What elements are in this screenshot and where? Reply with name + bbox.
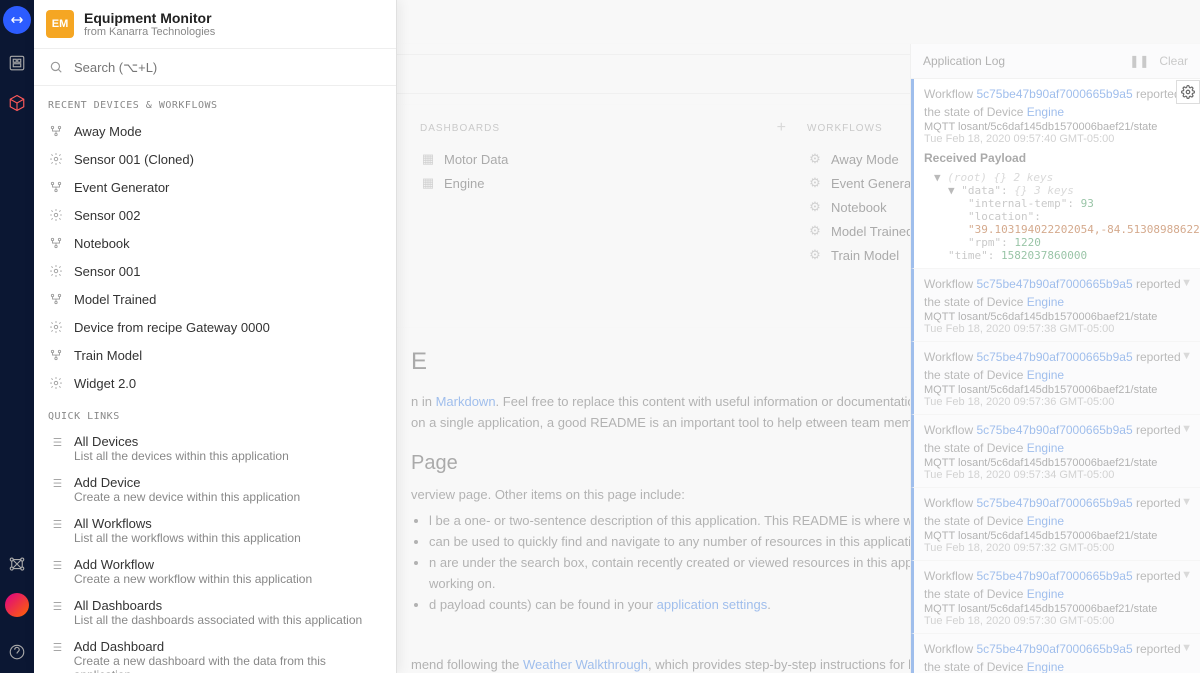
app-overview-icon[interactable] [6, 52, 28, 74]
pause-icon[interactable]: ❚❚ [1129, 54, 1149, 68]
clear-button[interactable]: Clear [1159, 54, 1188, 68]
gear-icon [48, 151, 64, 167]
dashboard-item[interactable]: ▦Motor Data [420, 147, 787, 171]
add-dashboard-icon[interactable]: + [777, 119, 787, 137]
search-icon [48, 59, 64, 75]
help-icon[interactable] [6, 641, 28, 663]
quick-link-item[interactable]: All DevicesList all the devices within t… [34, 428, 396, 469]
workflow-icon [48, 235, 64, 251]
settings-gear-icon[interactable] [1176, 80, 1200, 104]
workflow-icon [48, 179, 64, 195]
log-entry[interactable]: ▼Workflow 5c75be47b90af7000665b9a5 repor… [911, 634, 1200, 673]
app-subtitle: from Kanarra Technologies [84, 26, 215, 38]
workflow-icon [48, 347, 64, 363]
app-badge: EM [46, 10, 74, 38]
log-entry[interactable]: ▼Workflow 5c75be47b90af7000665b9a5 repor… [911, 269, 1200, 342]
logo-icon[interactable] [3, 6, 31, 34]
quick-link-item[interactable]: Add DeviceCreate a new device within thi… [34, 469, 396, 510]
search-panel: EM Equipment Monitor from Kanarra Techno… [34, 0, 397, 673]
log-entry[interactable]: ▼Workflow 5c75be47b90af7000665b9a5 repor… [911, 415, 1200, 488]
chevron-down-icon[interactable]: ▼ [1181, 277, 1192, 289]
log-entry[interactable]: ▼Workflow 5c75be47b90af7000665b9a5 repor… [911, 342, 1200, 415]
chevron-down-icon[interactable]: ▼ [1181, 642, 1192, 654]
recent-item[interactable]: Notebook [34, 229, 396, 257]
quick-link-item[interactable]: Add DashboardCreate a new dashboard with… [34, 633, 396, 673]
gear-icon [48, 207, 64, 223]
workflow-icon [48, 291, 64, 307]
dashboards-header: DASHBOARDS [420, 123, 500, 134]
list-icon [48, 434, 64, 450]
app-settings-link[interactable]: application settings [657, 597, 768, 612]
recent-item[interactable]: Sensor 002 [34, 201, 396, 229]
list-icon [48, 516, 64, 532]
chevron-down-icon[interactable]: ▼ [1181, 350, 1192, 362]
workflows-header: WORKFLOWS [807, 123, 883, 134]
chevron-down-icon[interactable]: ▼ [1181, 423, 1192, 435]
recent-item[interactable]: Device from recipe Gateway 0000 [34, 313, 396, 341]
dashboard-item[interactable]: ▦Engine [420, 171, 787, 195]
log-entry[interactable]: ▲Workflow 5c75be47b90af7000665b9a5 repor… [911, 79, 1200, 269]
quick-link-item[interactable]: All WorkflowsList all the workflows with… [34, 510, 396, 551]
recent-item[interactable]: Sensor 001 [34, 257, 396, 285]
recent-item[interactable]: Away Mode [34, 117, 396, 145]
quick-link-item[interactable]: Add WorkflowCreate a new workflow within… [34, 551, 396, 592]
icon-rail [0, 0, 34, 673]
list-icon [48, 475, 64, 491]
search-input[interactable] [74, 60, 382, 75]
cube-icon[interactable] [6, 92, 28, 114]
log-entry[interactable]: ▼Workflow 5c75be47b90af7000665b9a5 repor… [911, 488, 1200, 561]
recent-item[interactable]: Sensor 001 (Cloned) [34, 145, 396, 173]
list-icon [48, 639, 64, 655]
gear-icon [48, 375, 64, 391]
recent-item[interactable]: Widget 2.0 [34, 369, 396, 397]
list-icon [48, 557, 64, 573]
quick-link-item[interactable]: All DashboardsList all the dashboards as… [34, 592, 396, 633]
markdown-link[interactable]: Markdown [436, 394, 496, 409]
recent-item[interactable]: Event Generator [34, 173, 396, 201]
log-title: Application Log [923, 54, 1129, 68]
walkthrough-link[interactable]: Weather Walkthrough [523, 657, 648, 672]
gear-icon [48, 319, 64, 335]
recent-section-label: RECENT DEVICES & WORKFLOWS [34, 86, 396, 117]
list-icon [48, 598, 64, 614]
chevron-down-icon[interactable]: ▼ [1181, 569, 1192, 581]
app-title: Equipment Monitor [84, 10, 215, 26]
log-entry[interactable]: ▼Workflow 5c75be47b90af7000665b9a5 repor… [911, 561, 1200, 634]
recent-item[interactable]: Train Model [34, 341, 396, 369]
gear-icon [48, 263, 64, 279]
workflow-icon [48, 123, 64, 139]
chevron-down-icon[interactable]: ▼ [1181, 496, 1192, 508]
application-log-panel: Application Log ❚❚ Clear ▲Workflow 5c75b… [910, 44, 1200, 673]
avatar[interactable] [5, 593, 29, 617]
recent-item[interactable]: Model Trained [34, 285, 396, 313]
graph-icon[interactable] [6, 553, 28, 575]
quick-links-label: QUICK LINKS [34, 397, 396, 428]
